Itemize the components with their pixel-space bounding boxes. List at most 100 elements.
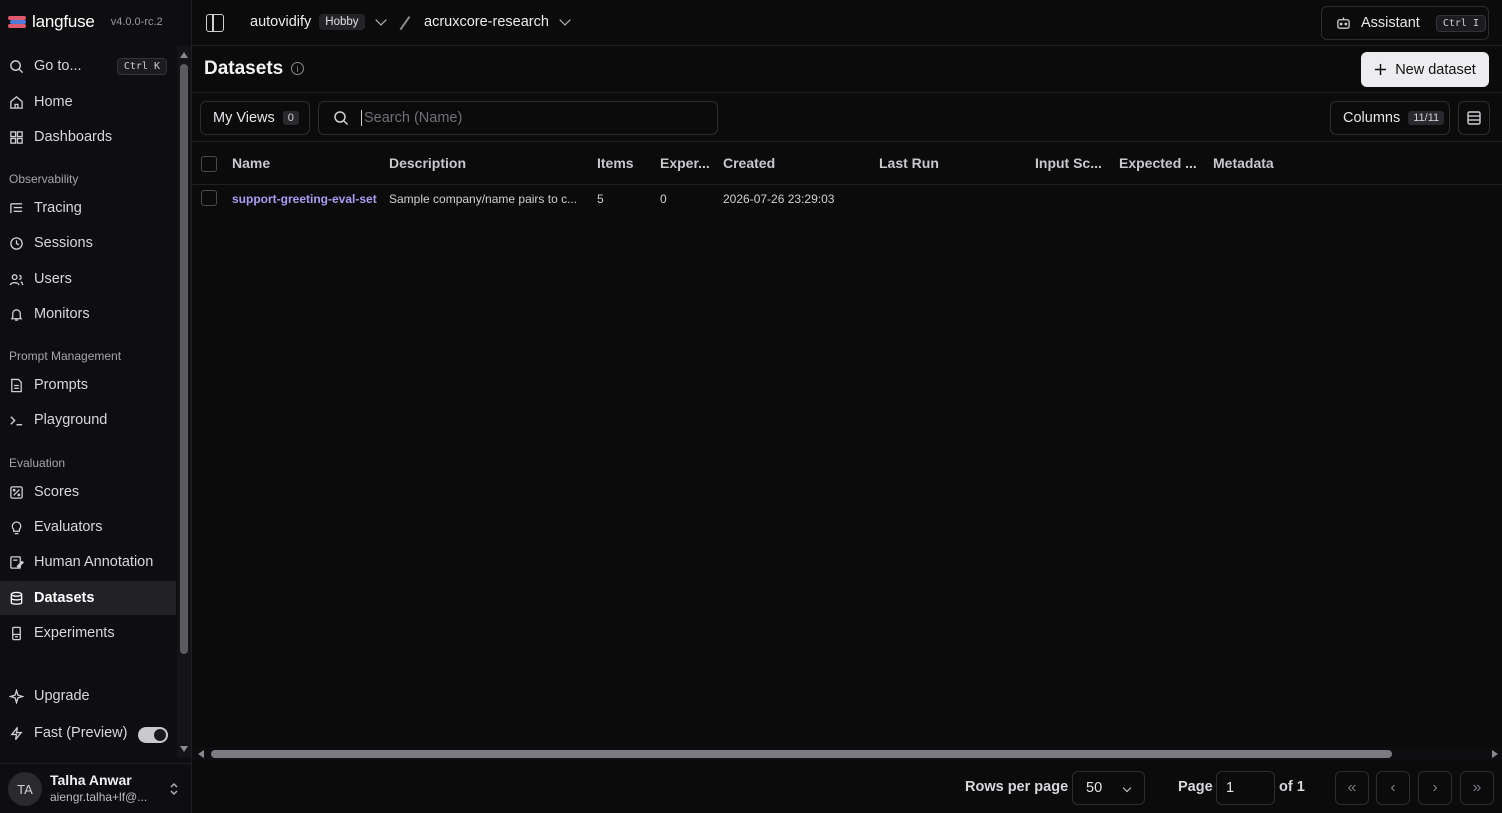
horizontal-scroll-thumb[interactable] <box>211 750 1392 758</box>
sidebar-item-label: Tracing <box>34 200 82 216</box>
brand[interactable]: langfuse v4.0.0-rc.2 <box>8 10 163 34</box>
column-header-input-schema[interactable]: Input Sc... <box>1035 155 1102 171</box>
sidebar-item-prompts[interactable]: Prompts <box>0 368 176 402</box>
sidebar-item-experiments[interactable]: Experiments <box>0 616 176 650</box>
my-views-label: My Views <box>213 110 275 126</box>
sidebar-item-tracing[interactable]: Tracing <box>0 191 176 225</box>
sidebar-item-scores[interactable]: Scores <box>0 475 176 509</box>
goto-button[interactable]: Go to... Ctrl K <box>0 49 176 83</box>
sidebar-item-label: Sessions <box>34 235 93 251</box>
sidebar-item-sessions[interactable]: Sessions <box>0 226 176 260</box>
chevrons-left-icon: « <box>1347 779 1357 796</box>
home-icon <box>10 95 23 109</box>
table-header: Name Description Items Exper... Created … <box>192 142 1502 185</box>
user-menu[interactable]: TA Talha Anwar aiengr.talha+lf@... <box>0 763 192 813</box>
column-header-name[interactable]: Name <box>232 155 270 171</box>
sidebar-item-human-annotation[interactable]: Human Annotation <box>0 545 176 579</box>
column-header-experiments[interactable]: Exper... <box>660 155 710 171</box>
first-page-button[interactable]: « <box>1335 771 1369 805</box>
columns-label: Columns <box>1343 110 1401 126</box>
new-dataset-button[interactable]: New dataset <box>1361 52 1489 87</box>
version-label: v4.0.0-rc.2 <box>110 16 163 28</box>
user-name: Talha Anwar <box>50 772 132 788</box>
column-header-metadata[interactable]: Metadata <box>1213 155 1274 171</box>
scroll-left-arrow-icon[interactable] <box>198 750 204 758</box>
section-evaluation: Evaluation <box>9 456 66 470</box>
dataset-name-link[interactable]: support-greeting-eval-set <box>232 192 377 206</box>
clock-icon <box>10 236 23 250</box>
user-email: aiengr.talha+lf@... <box>50 790 148 804</box>
sidebar-item-evaluators[interactable]: Evaluators <box>0 510 176 544</box>
page-number-input[interactable] <box>1216 771 1275 805</box>
row-checkbox[interactable] <box>201 190 217 206</box>
sidebar-item-home[interactable]: Home <box>0 85 176 119</box>
sidebar-item-datasets[interactable]: Datasets <box>0 581 176 615</box>
table-row[interactable]: support-greeting-eval-set Sample company… <box>192 185 1502 215</box>
sidebar-item-users[interactable]: Users <box>0 262 176 296</box>
org-selector[interactable]: autovidify Hobby <box>250 14 387 30</box>
sidebar-item-label: Evaluators <box>34 519 103 535</box>
assistant-button[interactable]: Assistant Ctrl I <box>1321 6 1489 40</box>
table-horizontal-scrollbar[interactable] <box>192 747 1502 761</box>
page-header: Datasets i New dataset <box>192 46 1502 93</box>
chevrons-right-icon: » <box>1472 779 1482 796</box>
plan-badge: Hobby <box>319 14 365 30</box>
org-name: autovidify <box>250 14 312 30</box>
project-selector[interactable]: acruxcore-research <box>424 14 571 30</box>
sidebar-item-label: Playground <box>34 412 108 428</box>
sidebar-item-dashboards[interactable]: Dashboards <box>0 120 176 154</box>
section-prompt-management: Prompt Management <box>9 349 122 363</box>
scroll-up-arrow-icon[interactable] <box>180 52 188 58</box>
plus-icon <box>1375 63 1387 76</box>
next-page-button[interactable]: › <box>1418 771 1452 805</box>
annotation-icon <box>10 555 24 569</box>
info-icon[interactable]: i <box>291 62 304 75</box>
sidebar-scroll-thumb[interactable] <box>180 64 188 654</box>
my-views-button[interactable]: My Views 0 <box>200 101 310 135</box>
select-all-checkbox[interactable] <box>201 156 217 172</box>
database-icon <box>10 591 23 605</box>
search-box[interactable] <box>318 101 718 135</box>
previous-page-button[interactable]: ‹ <box>1376 771 1410 805</box>
chevron-left-icon: ‹ <box>1390 779 1396 796</box>
page-title: Datasets <box>204 58 284 79</box>
page-total-label: of 1 <box>1279 779 1305 795</box>
column-header-last-run[interactable]: Last Run <box>879 155 939 171</box>
sidebar-item-label: Human Annotation <box>34 554 154 570</box>
dataset-created: 2026-07-26 23:29:03 <box>723 192 835 206</box>
goto-label: Go to... <box>34 58 82 74</box>
columns-button[interactable]: Columns 11/11 <box>1330 101 1450 135</box>
brand-name: langfuse <box>32 12 95 31</box>
sidebar-item-monitors[interactable]: Monitors <box>0 297 176 331</box>
upgrade-button[interactable]: Upgrade <box>0 679 176 713</box>
column-header-created[interactable]: Created <box>723 155 775 171</box>
sidebar-item-playground[interactable]: Playground <box>0 403 176 437</box>
column-header-expected-schema[interactable]: Expected ... <box>1119 155 1197 171</box>
scroll-right-arrow-icon[interactable] <box>1492 750 1498 758</box>
zap-icon <box>10 726 23 740</box>
row-density-button[interactable] <box>1458 101 1490 135</box>
scroll-down-arrow-icon[interactable] <box>180 746 188 752</box>
search-input[interactable] <box>361 110 691 126</box>
terminal-icon <box>10 415 23 425</box>
page-label: Page <box>1178 779 1213 795</box>
fast-preview-label: Fast (Preview) <box>34 725 128 741</box>
chevron-down-icon <box>374 14 387 26</box>
dataset-description: Sample company/name pairs to c... <box>389 192 578 206</box>
columns-count: 11/11 <box>1408 111 1445 125</box>
chevron-down-icon <box>559 14 571 26</box>
rows-per-page-select[interactable]: 50 <box>1072 771 1145 805</box>
column-header-items[interactable]: Items <box>597 155 634 171</box>
sidebar-scrollbar[interactable] <box>177 46 191 758</box>
sidebar-item-label: Datasets <box>34 590 95 606</box>
tracing-icon <box>10 202 23 213</box>
file-text-icon <box>11 378 22 392</box>
column-header-description[interactable]: Description <box>389 155 466 171</box>
lightbulb-icon <box>11 520 22 534</box>
last-page-button[interactable]: » <box>1460 771 1494 805</box>
bot-icon <box>1337 16 1350 29</box>
dashboard-icon <box>10 130 23 144</box>
sidebar-toggle-icon[interactable] <box>206 14 224 32</box>
sidebar-nav: Go to... Ctrl K Home Dashboards Observab… <box>0 46 176 758</box>
fast-preview-toggle[interactable] <box>138 727 168 743</box>
